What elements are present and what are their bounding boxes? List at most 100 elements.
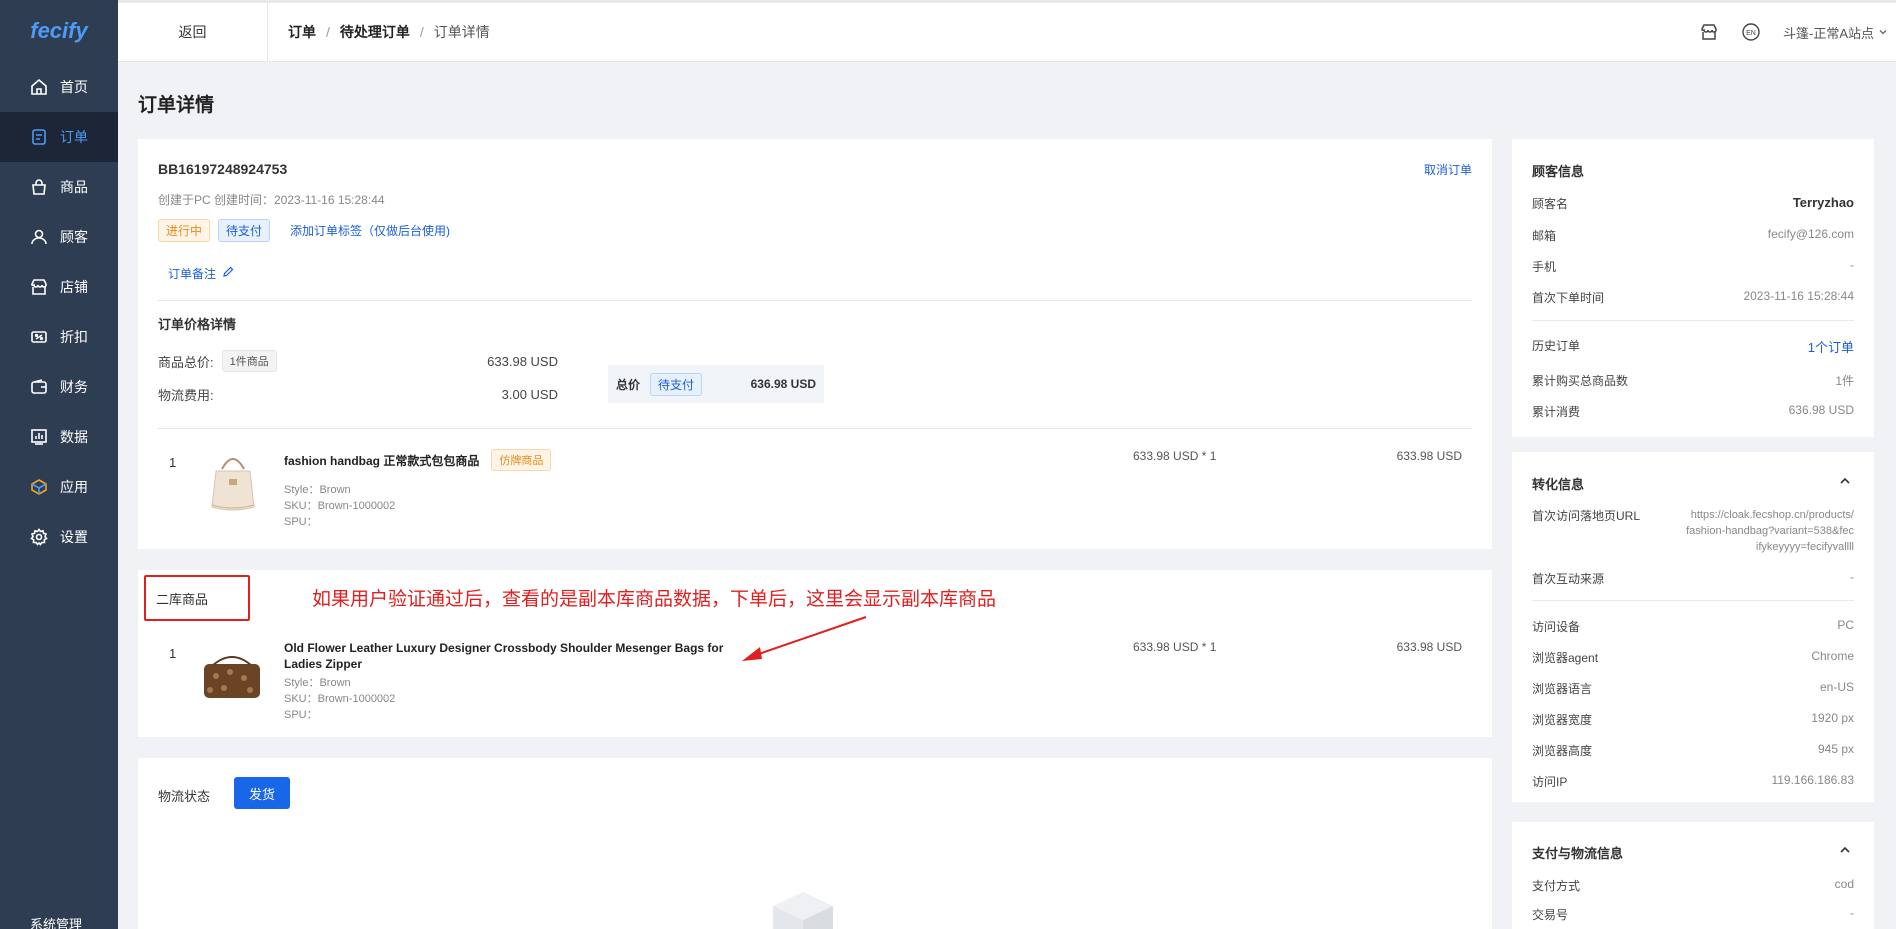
info-key: 首次下单时间 <box>1532 291 1605 305</box>
info-value: Chrome <box>1811 649 1854 663</box>
sidebar-item-label: 首页 <box>60 79 88 95</box>
divider <box>1532 320 1854 321</box>
storefront-icon[interactable] <box>1699 22 1719 42</box>
item-style: Style：Brown <box>284 677 351 689</box>
back-button[interactable]: 返回 <box>118 3 268 61</box>
info-key: 顾客名 <box>1532 197 1569 211</box>
info-value: 636.98 USD <box>1788 403 1854 417</box>
secondary-item-row: 1 Old Flower Leather Luxury Designer Cro… <box>138 636 1492 736</box>
sidebar-item-customers[interactable]: 顾客 <box>0 212 118 262</box>
info-key: 历史订单 <box>1532 339 1581 353</box>
goods-total-label: 商品总价: <box>158 354 214 370</box>
info-key: 首次互动来源 <box>1532 572 1605 586</box>
sidebar-item-store[interactable]: 店铺 <box>0 262 118 312</box>
info-row: 访问IP 119.166.186.83 <box>1532 773 1854 790</box>
sidebar-item-settings[interactable]: 设置 <box>0 512 118 562</box>
breadcrumb-current: 订单详情 <box>433 24 490 40</box>
info-row: 访问设备 PC <box>1532 618 1854 635</box>
conversion-title: 转化信息 <box>1532 477 1585 492</box>
order-note-label: 订单备注 <box>168 267 217 281</box>
sidebar-item-label: 顾客 <box>60 229 88 245</box>
info-key: 访问IP <box>1532 775 1568 789</box>
info-row: 邮箱 fecify@126.com <box>1532 227 1854 244</box>
sidebar-item-finance[interactable]: 财务 <box>0 362 118 412</box>
app-logo[interactable]: fecify <box>0 0 118 62</box>
total-value: 636.98 USD <box>750 377 816 391</box>
info-key: 支付方式 <box>1532 879 1581 893</box>
item-spu: SPU： <box>284 516 318 528</box>
user-icon <box>30 228 48 246</box>
info-row: 支付方式 cod <box>1532 877 1854 894</box>
order-number: BB16197248924753 <box>158 161 288 177</box>
info-key: 累计消费 <box>1532 405 1581 419</box>
landing-url-line: ifykeyyyy=fecifyvallll <box>1755 541 1854 553</box>
info-value: 119.166.186.83 <box>1771 773 1854 787</box>
counterfeit-badge: 仿牌商品 <box>491 449 552 471</box>
info-row: 浏览器宽度 1920 px <box>1532 711 1854 728</box>
collapse-chevron-icon[interactable] <box>1838 843 1852 860</box>
ship-button[interactable]: 发货 <box>234 777 290 809</box>
item-spu: SPU： <box>284 709 318 721</box>
product-name-link[interactable]: Old Flower Leather Luxury Designer Cross… <box>284 640 723 672</box>
sidebar-item-label: 折扣 <box>60 329 88 345</box>
item-style: Style：Brown <box>284 484 351 496</box>
language-icon[interactable]: EN <box>1741 22 1761 42</box>
landing-url-value: https://cloak.fecshop.cn/products/ fashi… <box>1686 507 1854 555</box>
product-image[interactable] <box>198 445 268 515</box>
info-row: 浏览器语言 en-US <box>1532 680 1854 697</box>
collapse-chevron-icon[interactable] <box>1838 474 1852 491</box>
status-tags: 进行中 待支付 添加订单标签（仅做后台使用) <box>158 219 450 242</box>
info-value: 1920 px <box>1811 711 1854 725</box>
info-value: - <box>1850 906 1854 920</box>
info-key: 浏览器宽度 <box>1532 713 1593 727</box>
order-note-link[interactable]: 订单备注 <box>168 265 234 282</box>
history-orders-link[interactable]: 1个订单 <box>1808 337 1854 356</box>
breadcrumb-pending[interactable]: 待处理订单 <box>340 22 410 42</box>
customer-info-card: 顾客信息 顾客名 Terryzhao 邮箱 fecify@126.com 手机 … <box>1512 139 1874 437</box>
info-key: 浏览器语言 <box>1532 682 1593 696</box>
product-name-link[interactable]: fashion handbag 正常款式包包商品 <box>284 452 479 469</box>
info-key: 邮箱 <box>1532 229 1557 243</box>
sidebar-item-label: 财务 <box>60 379 88 395</box>
order-icon <box>30 128 48 146</box>
sidebar-item-home[interactable]: 首页 <box>0 62 118 112</box>
apps-icon <box>30 478 48 496</box>
secondary-products-card: 二库商品 如果用户验证通过后，查看的是副本库商品数据，下单后，这里会显示副本库商… <box>138 570 1492 737</box>
shipping-fee-label: 物流费用: <box>158 388 214 403</box>
info-row: 累计消费 636.98 USD <box>1532 403 1854 420</box>
info-value: PC <box>1837 618 1854 632</box>
sidebar-item-apps[interactable]: 应用 <box>0 462 118 512</box>
item-sku: SKU：Brown-1000002 <box>284 500 396 512</box>
item-unit-price: 633.98 USD * 1 <box>1133 640 1217 654</box>
info-value: 1件 <box>1835 374 1854 388</box>
home-icon <box>30 78 48 96</box>
info-value: fecify@126.com <box>1767 227 1854 241</box>
landing-url-line: https://cloak.fecshop.cn/products/ <box>1690 509 1854 521</box>
discount-icon <box>30 328 48 346</box>
annotation-text: 如果用户验证通过后，查看的是副本库商品数据，下单后，这里会显示副本库商品 <box>312 589 997 610</box>
sidebar-item-label: 商品 <box>60 179 88 195</box>
gear-icon <box>30 528 48 546</box>
info-value: - <box>1850 258 1854 272</box>
cancel-order-link[interactable]: 取消订单 <box>1424 161 1472 178</box>
empty-state-icon <box>753 876 853 929</box>
info-key: 累计购买总商品数 <box>1532 374 1629 388</box>
sidebar-item-data[interactable]: 数据 <box>0 412 118 462</box>
product-image[interactable] <box>196 646 268 706</box>
item-index: 1 <box>169 455 177 470</box>
breadcrumb-separator: / <box>326 24 330 40</box>
sidebar-item-discount[interactable]: 折扣 <box>0 312 118 362</box>
sidebar-item-orders[interactable]: 订单 <box>0 112 118 162</box>
sidebar-item-label: 设置 <box>60 529 88 545</box>
breadcrumb-orders[interactable]: 订单 <box>288 22 316 42</box>
info-row: 浏览器高度 945 px <box>1532 742 1854 759</box>
info-row: 浏览器agent Chrome <box>1532 649 1854 666</box>
goods-total-row: 商品总价: 1件商品 633.98 USD <box>158 350 558 372</box>
wallet-icon <box>30 378 48 396</box>
add-tag-link[interactable]: 添加订单标签（仅做后台使用) <box>290 222 450 239</box>
store-switcher[interactable]: 斗篷-正常A站点 <box>1783 23 1888 42</box>
shipping-fee-row: 物流费用: 3.00 USD <box>158 385 558 404</box>
chart-icon <box>30 428 48 446</box>
sidebar-item-system[interactable]: 系统管理 <box>30 914 82 929</box>
sidebar-item-products[interactable]: 商品 <box>0 162 118 212</box>
